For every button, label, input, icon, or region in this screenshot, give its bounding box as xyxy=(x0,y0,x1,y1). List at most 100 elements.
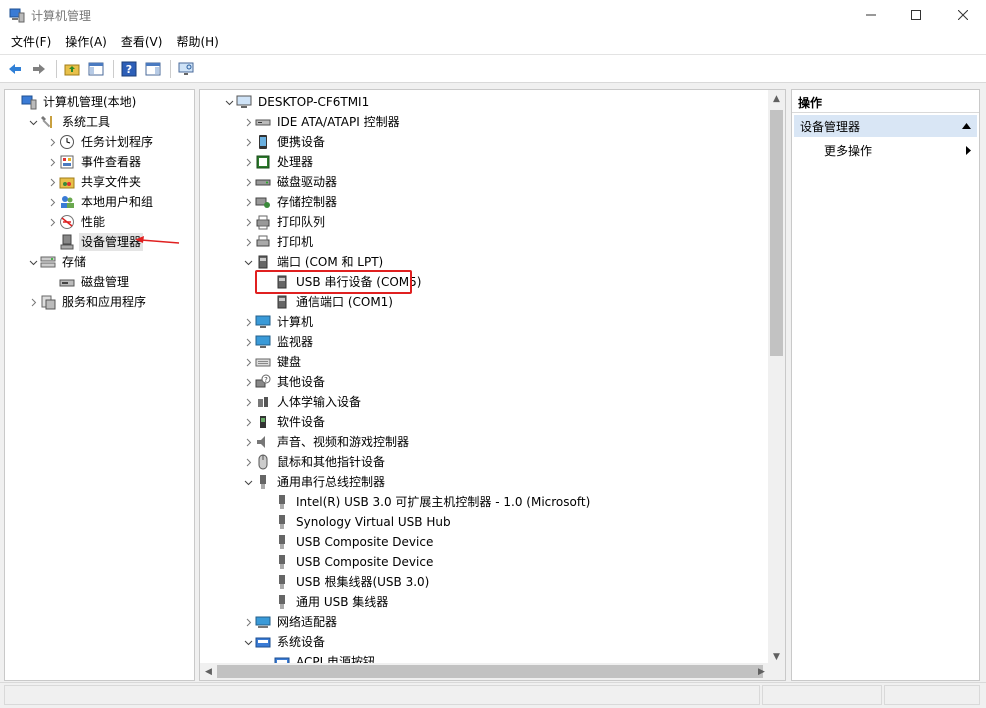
expand-closed-icon[interactable] xyxy=(241,212,255,232)
no-expander xyxy=(7,92,21,112)
expand-closed-icon[interactable] xyxy=(45,132,59,152)
actions-group-device-manager[interactable]: 设备管理器 xyxy=(794,115,977,137)
expand-closed-icon[interactable] xyxy=(241,312,255,332)
device-tree-item[interactable]: 磁盘驱动器 xyxy=(241,172,339,192)
close-button[interactable] xyxy=(940,0,986,30)
expand-closed-icon[interactable] xyxy=(241,192,255,212)
scroll-up-button[interactable]: ▲ xyxy=(768,90,785,107)
console-tree-item[interactable]: 磁盘管理 xyxy=(45,272,131,292)
back-button[interactable] xyxy=(4,58,26,80)
expand-closed-icon[interactable] xyxy=(241,372,255,392)
show-hide-console-tree-button[interactable] xyxy=(85,58,107,80)
device-tree-item[interactable]: ? 其他设备 xyxy=(241,372,327,392)
device-tree-item[interactable]: USB Composite Device xyxy=(260,532,435,552)
menu-action[interactable]: 操作(A) xyxy=(58,31,114,54)
device-tree-item[interactable]: Synology Virtual USB Hub xyxy=(260,512,453,532)
expand-closed-icon[interactable] xyxy=(45,152,59,172)
expand-closed-icon[interactable] xyxy=(45,172,59,192)
expand-closed-icon[interactable] xyxy=(241,612,255,632)
device-tree-item[interactable]: USB 根集线器(USB 3.0) xyxy=(260,572,431,592)
expand-closed-icon[interactable] xyxy=(241,332,255,352)
expand-closed-icon[interactable] xyxy=(241,412,255,432)
scroll-left-button[interactable]: ◀ xyxy=(200,663,217,680)
expand-closed-icon[interactable] xyxy=(241,152,255,172)
device-tree-item[interactable]: 端口 (COM 和 LPT) xyxy=(241,252,385,272)
actions-pane: 操作 设备管理器 更多操作 xyxy=(791,89,980,681)
folder-up-icon xyxy=(64,64,80,75)
menu-help[interactable]: 帮助(H) xyxy=(169,31,225,54)
console-tree-pane: 计算机管理(本地) 系统工具 任务计划程序 事件查看器 共享文件夹 本地用户和组 性能 设备管… xyxy=(4,89,195,681)
device-tree-item[interactable]: 打印机 xyxy=(241,232,315,252)
console-tree-item[interactable]: 设备管理器 xyxy=(45,232,144,252)
console-tree-item[interactable]: 任务计划程序 xyxy=(45,132,155,152)
up-one-level-button[interactable] xyxy=(61,58,83,80)
expand-closed-icon[interactable] xyxy=(241,232,255,252)
device-tree-item[interactable]: 软件设备 xyxy=(241,412,327,432)
console-tree-item[interactable]: 存储 xyxy=(26,252,88,272)
expand-closed-icon[interactable] xyxy=(241,452,255,472)
console-tree-item[interactable]: 计算机管理(本地) xyxy=(7,92,138,112)
maximize-button[interactable] xyxy=(893,0,939,30)
expand-open-icon[interactable] xyxy=(26,112,40,132)
disk-drive-icon xyxy=(255,174,271,190)
device-tree-item[interactable]: 键盘 xyxy=(241,352,303,372)
expand-open-icon[interactable] xyxy=(222,92,236,112)
device-tree-item[interactable]: 声音、视频和游戏控制器 xyxy=(241,432,411,452)
console-tree-item[interactable]: 共享文件夹 xyxy=(45,172,143,192)
console-tree-item[interactable]: 事件查看器 xyxy=(45,152,143,172)
device-tree-item[interactable]: Intel(R) USB 3.0 可扩展主机控制器 - 1.0 (Microso… xyxy=(260,492,592,512)
vertical-scrollbar[interactable]: ▲ ▼ xyxy=(768,90,785,665)
device-tree-item[interactable]: 网络适配器 xyxy=(241,612,339,632)
expand-open-icon[interactable] xyxy=(26,252,40,272)
device-tree-item[interactable]: DESKTOP-CF6TMI1 xyxy=(222,92,371,112)
scroll-right-button[interactable]: ▶ xyxy=(753,663,770,680)
menu-file[interactable]: 文件(F) xyxy=(4,31,58,54)
device-tree-item[interactable]: 通信端口 (COM1) xyxy=(260,292,395,312)
more-actions-item[interactable]: 更多操作 xyxy=(794,139,977,161)
expand-closed-icon[interactable] xyxy=(241,432,255,452)
usb-icon xyxy=(274,514,290,530)
collapse-up-icon xyxy=(962,123,971,129)
device-tree-item[interactable]: 打印队列 xyxy=(241,212,327,232)
scroll-thumb[interactable] xyxy=(770,110,783,356)
scan-hardware-button[interactable] xyxy=(175,58,197,80)
hscroll-thumb[interactable] xyxy=(217,665,763,678)
device-tree-item[interactable]: IDE ATA/ATAPI 控制器 xyxy=(241,112,402,132)
device-tree-item[interactable]: 通用 USB 集线器 xyxy=(260,592,390,612)
toolbar-separator xyxy=(56,59,57,78)
menu-view[interactable]: 查看(V) xyxy=(114,31,170,54)
expand-closed-icon[interactable] xyxy=(241,172,255,192)
device-tree-item[interactable]: 处理器 xyxy=(241,152,315,172)
expand-closed-icon[interactable] xyxy=(26,292,40,312)
device-tree-item[interactable]: 计算机 xyxy=(241,312,315,332)
device-tree-item[interactable]: 鼠标和其他指针设备 xyxy=(241,452,387,472)
expand-open-icon[interactable] xyxy=(241,472,255,492)
horizontal-scrollbar[interactable]: ◀ ▶ xyxy=(200,663,785,680)
red-arrow-annotation xyxy=(135,236,180,244)
expand-open-icon[interactable] xyxy=(241,252,255,272)
ide-controller-icon xyxy=(255,114,271,130)
expand-closed-icon[interactable] xyxy=(45,212,59,232)
device-tree-item[interactable]: 监视器 xyxy=(241,332,315,352)
show-action-pane-button[interactable] xyxy=(142,58,164,80)
device-tree-item[interactable]: 存储控制器 xyxy=(241,192,339,212)
expand-closed-icon[interactable] xyxy=(241,132,255,152)
device-tree-item[interactable]: 人体学输入设备 xyxy=(241,392,363,412)
console-tree-item[interactable]: 性能 xyxy=(45,212,107,232)
forward-button[interactable] xyxy=(28,58,50,80)
expand-closed-icon[interactable] xyxy=(45,192,59,212)
status-segment xyxy=(4,685,760,705)
minimize-button[interactable] xyxy=(848,0,894,30)
device-tree-item[interactable]: 通用串行总线控制器 xyxy=(241,472,387,492)
device-tree-item[interactable]: USB Composite Device xyxy=(260,552,435,572)
help-button[interactable]: ? xyxy=(118,58,140,80)
device-tree-item[interactable]: 系统设备 xyxy=(241,632,327,652)
expand-open-icon[interactable] xyxy=(241,632,255,652)
console-tree-item[interactable]: 系统工具 xyxy=(26,112,112,132)
console-tree-item[interactable]: 服务和应用程序 xyxy=(26,292,148,312)
expand-closed-icon[interactable] xyxy=(241,112,255,132)
console-tree-item[interactable]: 本地用户和组 xyxy=(45,192,155,212)
device-tree-item[interactable]: 便携设备 xyxy=(241,132,327,152)
expand-closed-icon[interactable] xyxy=(241,352,255,372)
expand-closed-icon[interactable] xyxy=(241,392,255,412)
